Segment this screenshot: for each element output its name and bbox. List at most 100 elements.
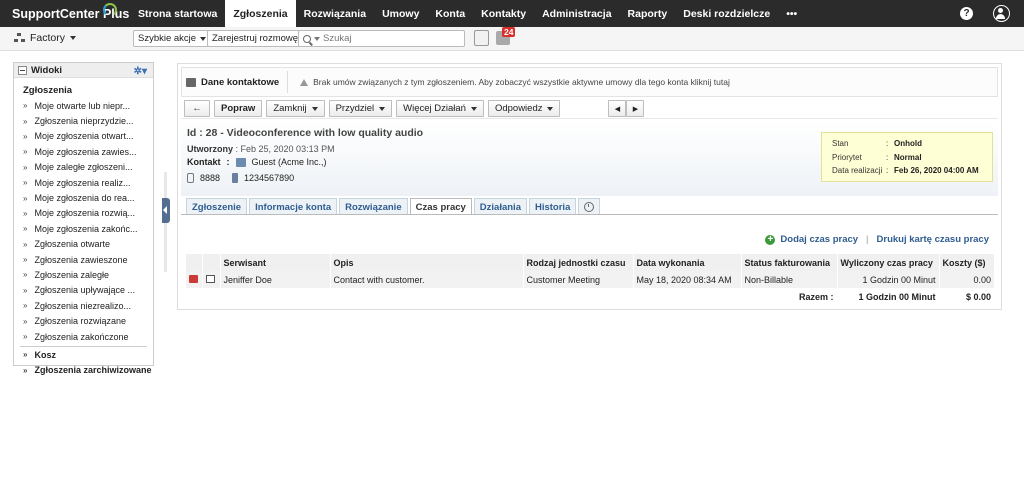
print-timesheet-link[interactable]: Drukuj kartę czasu pracy bbox=[877, 234, 989, 245]
search-icon[interactable] bbox=[303, 34, 311, 43]
request-title: Id : 28 - Videoconference with low quali… bbox=[187, 127, 424, 139]
status-row: Stan: Onhold bbox=[832, 139, 922, 149]
quick-actions-label: Szybkie akcje bbox=[138, 33, 197, 44]
mobile-phone-icon bbox=[232, 173, 239, 183]
nav-tab-dashboards[interactable]: Deski rozdzielcze bbox=[675, 0, 778, 27]
cell-cost: 0.00 bbox=[939, 271, 995, 288]
collapse-minus-icon[interactable] bbox=[18, 65, 27, 75]
chevron-down-icon[interactable] bbox=[314, 36, 320, 41]
close-dropdown[interactable]: Zamknij bbox=[266, 100, 325, 117]
request-summary: Id : 28 - Videoconference with low quali… bbox=[181, 121, 998, 196]
sidebar-item[interactable]: » Zgłoszenia otwarte bbox=[14, 237, 153, 252]
edit-button[interactable]: Popraw bbox=[214, 100, 263, 117]
sidebar-item[interactable]: » Moje zgłoszenia do rea... bbox=[14, 190, 153, 205]
sidebar-item[interactable]: » Zgłoszenia zawieszone bbox=[14, 252, 153, 267]
table-header-row: Serwisant Opis Rodzaj jednostki czasu Da… bbox=[186, 254, 995, 271]
nav-more-button[interactable]: ••• bbox=[778, 0, 805, 27]
tab-account-info[interactable]: Informacje konta bbox=[249, 198, 338, 215]
cell-time-spent: 1 Godzin 00 Minut bbox=[837, 271, 940, 288]
user-profile-icon[interactable] bbox=[993, 5, 1010, 22]
double-chevron-icon: » bbox=[23, 224, 28, 234]
help-icon[interactable]: ? bbox=[960, 7, 973, 20]
click-here-link[interactable]: kliknij tutaj bbox=[691, 77, 730, 87]
chevron-down-icon bbox=[311, 106, 318, 111]
column-header[interactable]: Serwisant bbox=[220, 254, 331, 271]
tab-tasks[interactable]: Działania bbox=[473, 198, 527, 215]
sidebar-item[interactable]: » Moje zgłoszenia zakońc... bbox=[14, 221, 153, 236]
edit-icon[interactable] bbox=[205, 274, 215, 283]
more-actions-dropdown[interactable]: Więcej Działań bbox=[396, 100, 484, 117]
nav-tab-home[interactable]: Strona startowa bbox=[130, 0, 225, 27]
sidebar-header: Widoki ✲▾ bbox=[14, 63, 153, 78]
sidebar-item[interactable]: » Moje zgłoszenia zawies... bbox=[14, 144, 153, 159]
tab-request[interactable]: Zgłoszenie bbox=[186, 198, 248, 215]
contact-card-icon bbox=[186, 77, 196, 87]
nav-tab-solutions[interactable]: Rozwiązania bbox=[296, 0, 374, 27]
chevron-down-icon bbox=[470, 106, 477, 111]
add-icon[interactable]: + bbox=[765, 234, 776, 245]
tab-timer[interactable] bbox=[578, 198, 601, 215]
sidebar-item[interactable]: » Moje zgłoszenia otwart... bbox=[14, 129, 153, 144]
next-request-button[interactable]: ▶ bbox=[626, 100, 645, 117]
nav-tab-requests[interactable]: Zgłoszenia bbox=[225, 0, 296, 27]
app-logo[interactable]: SupportCenter Plus bbox=[0, 0, 130, 27]
action-bar: ← Popraw Zamknij Przydziel Więcej Działa… bbox=[181, 99, 998, 119]
nav-tab-contracts[interactable]: Umowy bbox=[374, 0, 427, 27]
column-header[interactable]: Wyliczony czas pracy bbox=[837, 254, 940, 271]
advanced-search-icon[interactable] bbox=[474, 30, 489, 46]
assign-dropdown[interactable]: Przydziel bbox=[328, 100, 393, 117]
views-sidebar: Widoki ✲▾ Zgłoszenia » Moje otwarte lub n… bbox=[13, 62, 154, 375]
tab-history[interactable]: Historia bbox=[528, 198, 577, 215]
column-header[interactable]: Koszty ($) bbox=[939, 254, 995, 271]
search-input[interactable] bbox=[323, 33, 443, 44]
nav-tab-reports[interactable]: Raporty bbox=[620, 0, 676, 27]
top-navigation: SupportCenter Plus Strona startowa Zgłos… bbox=[0, 0, 1024, 27]
double-chevron-icon: » bbox=[23, 147, 28, 157]
nav-tab-contacts[interactable]: Kontakty bbox=[473, 0, 534, 27]
sidebar-item[interactable]: » Zgłoszenia zaległe bbox=[14, 267, 153, 282]
sidebar-item-trash[interactable]: » Kosz bbox=[14, 347, 153, 362]
sidebar-item-archived[interactable]: » Zgłoszenia zarchiwizowane bbox=[14, 363, 153, 378]
sidebar-item[interactable]: » Moje zgłoszenia realiz... bbox=[14, 175, 153, 190]
tab-resolution[interactable]: Rozwiązanie bbox=[339, 198, 408, 215]
sidebar-item[interactable]: » Zgłoszenia zakończone bbox=[14, 329, 153, 344]
contact-info-toggle[interactable]: Dane kontaktowe bbox=[182, 77, 279, 88]
sidebar-item[interactable]: » Moje zaległe zgłoszeni... bbox=[14, 160, 153, 175]
sidebar-item[interactable]: » Moje zgłoszenia rozwią... bbox=[14, 206, 153, 221]
site-selector[interactable]: Factory bbox=[14, 32, 77, 44]
toolbar: Factory Szybkie akcje Zarejestruj rozmow… bbox=[0, 27, 1024, 51]
delete-icon[interactable] bbox=[189, 274, 198, 283]
gear-icon[interactable]: ✲▾ bbox=[134, 66, 147, 77]
cell-technician: Jeniffer Doe bbox=[220, 271, 331, 288]
cell-date: May 18, 2020 08:34 AM bbox=[633, 271, 742, 288]
chevron-down-icon bbox=[70, 36, 77, 40]
contact-name-link[interactable]: Guest (Acme Inc.,) bbox=[252, 157, 327, 167]
sidebar-item[interactable]: » Zgłoszenia upływające ... bbox=[14, 283, 153, 298]
request-details-panel: Dane kontaktowe Brak umów związanych z t… bbox=[177, 63, 1002, 310]
sidebar-item[interactable]: » Moje otwarte lub niepr... bbox=[14, 98, 153, 113]
sidebar-section-title: Zgłoszenia bbox=[23, 85, 73, 96]
add-worklog-link[interactable]: Dodaj czas pracy bbox=[780, 234, 858, 245]
double-chevron-icon: » bbox=[23, 301, 28, 311]
site-label: Factory bbox=[30, 32, 66, 44]
column-header[interactable]: Opis bbox=[330, 254, 524, 271]
column-header[interactable]: Data wykonania bbox=[633, 254, 742, 271]
sidebar-item[interactable]: » Zgłoszenia niezrealizo... bbox=[14, 298, 153, 313]
quick-actions-dropdown[interactable]: Szybkie akcje bbox=[133, 30, 212, 47]
nav-tab-admin[interactable]: Administracja bbox=[534, 0, 619, 27]
tab-worklog[interactable]: Czas pracy bbox=[409, 198, 472, 215]
previous-request-button[interactable]: ◀ bbox=[608, 100, 627, 117]
double-chevron-icon: » bbox=[23, 178, 28, 188]
sidebar-item[interactable]: » Zgłoszenia nieprzydzie... bbox=[14, 113, 153, 128]
clock-icon bbox=[584, 202, 595, 212]
sidebar-item[interactable]: » Zgłoszenia rozwiązane bbox=[14, 313, 153, 328]
contact-info: Kontakt: Guest (Acme Inc.,) bbox=[187, 157, 327, 167]
back-button[interactable]: ← bbox=[184, 100, 210, 117]
nav-tab-accounts[interactable]: Konta bbox=[427, 0, 473, 27]
collapse-sidebar-handle[interactable] bbox=[162, 198, 170, 223]
column-header[interactable]: Rodzaj jednostki czasu bbox=[523, 254, 634, 271]
log-call-button[interactable]: Zarejestruj rozmowę bbox=[207, 30, 304, 47]
divider bbox=[287, 71, 289, 93]
reply-dropdown[interactable]: Odpowiedz bbox=[487, 100, 561, 117]
column-header[interactable]: Status fakturowania bbox=[741, 254, 838, 271]
